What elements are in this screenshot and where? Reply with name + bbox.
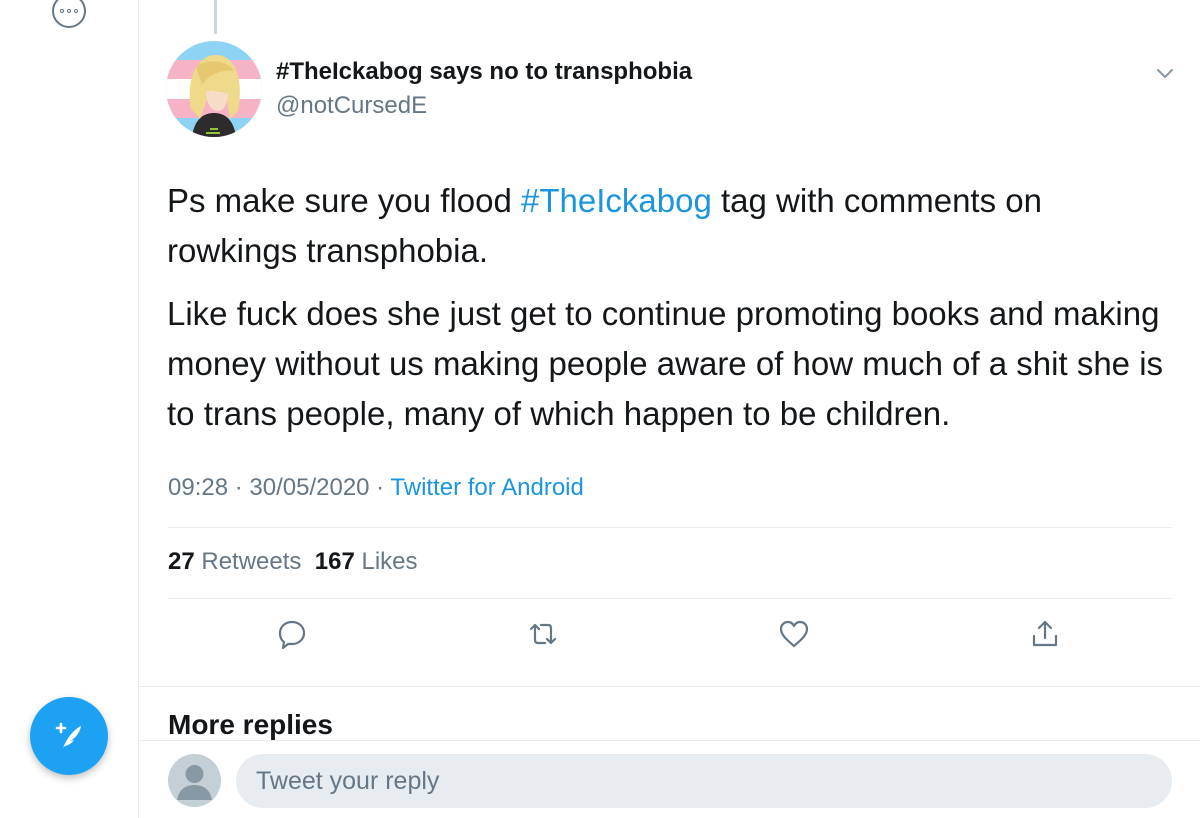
more-replies-heading: More replies: [168, 709, 333, 740]
tweet-detail-page: #TheIckabog says no to transphobia @notC…: [0, 0, 1200, 818]
chevron-down-icon[interactable]: [1154, 62, 1176, 84]
display-name[interactable]: #TheIckabog says no to transphobia: [276, 58, 692, 86]
thread-line: [214, 0, 217, 34]
tweet-time[interactable]: 09:28: [168, 474, 228, 501]
tweet-meta: 09:28 · 30/05/2020 · Twitter for Android: [168, 474, 584, 502]
retweet-icon[interactable]: [527, 618, 559, 650]
reply-avatar: [168, 754, 221, 807]
divider: [168, 598, 1172, 599]
avatar-image: [166, 41, 262, 137]
hashtag-link[interactable]: #TheIckabog: [521, 182, 712, 219]
reply-icon[interactable]: [276, 618, 308, 650]
left-rail: [0, 0, 139, 818]
tweet-paragraph-2: Like fuck does she just get to continue …: [167, 295, 1164, 432]
reply-input[interactable]: [236, 754, 1172, 808]
tweet-paragraph-1: Ps make sure you flood #TheIckabog tag w…: [167, 176, 1177, 276]
like-icon[interactable]: [778, 618, 810, 650]
likes-label: Likes: [361, 548, 418, 575]
likes-stat[interactable]: 167 Likes: [315, 548, 418, 575]
avatar[interactable]: [166, 41, 262, 137]
tweet-text-part: Ps make sure you flood: [167, 182, 522, 219]
retweets-stat[interactable]: 27 Retweets: [168, 548, 301, 575]
default-avatar-icon: [177, 765, 212, 800]
retweets-count: 27: [168, 548, 195, 575]
likes-count: 167: [314, 548, 355, 575]
quill-icon: [55, 722, 81, 748]
meta-separator: ·: [228, 474, 250, 501]
tweet-text: Ps make sure you flood #TheIckabog tag w…: [167, 176, 1177, 452]
divider: [168, 527, 1172, 528]
share-icon[interactable]: [1029, 618, 1061, 650]
meta-separator: ·: [369, 474, 391, 501]
section-separator: [139, 686, 1200, 687]
tweet-date[interactable]: 30/05/2020: [249, 474, 369, 501]
compose-tweet-button[interactable]: [30, 697, 108, 775]
username[interactable]: @notCursedE: [276, 92, 427, 120]
reply-bar-divider: [139, 740, 1200, 741]
more-options-icon[interactable]: [52, 0, 86, 28]
tweet-stats: 27 Retweets 167 Likes: [168, 548, 418, 576]
retweets-label: Retweets: [201, 548, 302, 575]
tweet-source-link[interactable]: Twitter for Android: [390, 474, 583, 501]
